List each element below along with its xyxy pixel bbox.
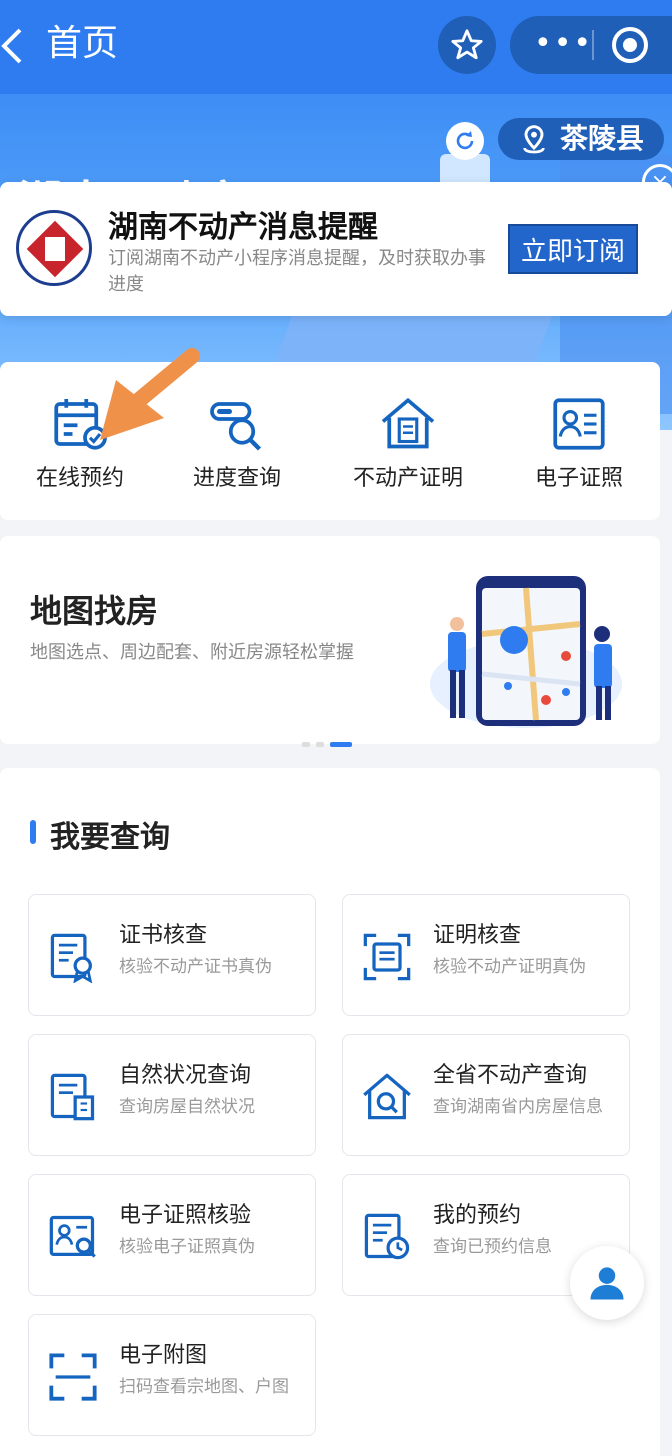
close-notification-icon[interactable]: ×	[642, 164, 672, 200]
progress-search-icon	[207, 394, 267, 454]
more-options-icon[interactable]: •••	[534, 29, 593, 59]
service-label: 在线预约	[35, 466, 124, 491]
query-card-desc: 核验电子证照真伪	[119, 1237, 255, 1257]
favorite-star-icon[interactable]	[438, 16, 496, 74]
document-clock-icon	[361, 1211, 413, 1263]
query-section: 我要查询 证书核查 核验不动产证书真伪 证明核查 核验不动产证明真伪 自然状况查…	[0, 768, 660, 1456]
query-card-desc: 核验不动产证明真伪	[433, 957, 586, 977]
query-card-natural-condition[interactable]: 自然状况查询 查询房屋自然状况	[28, 1034, 316, 1156]
service-label: 不动产证明	[352, 466, 463, 491]
query-card-desc: 查询房屋自然状况	[119, 1097, 255, 1117]
query-card-desc: 查询湖南省内房屋信息	[433, 1097, 603, 1117]
location-name: 茶陵县	[560, 122, 645, 155]
location-pin-icon	[518, 124, 550, 160]
capsule-divider	[592, 30, 594, 60]
query-card-license-verify[interactable]: 电子证照核验 核验电子证照真伪	[28, 1174, 316, 1296]
back-arrow-icon[interactable]	[0, 28, 30, 64]
id-card-icon	[549, 394, 609, 454]
query-card-title: 证书核查	[119, 923, 208, 948]
service-label: 电子证照	[534, 466, 623, 491]
close-program-icon[interactable]	[612, 27, 648, 63]
page-title: 首页	[46, 23, 119, 64]
top-navigation-bar: 首页 •••	[0, 0, 672, 94]
id-card-search-icon	[47, 1211, 99, 1263]
query-card-proof-check[interactable]: 证明核查 核验不动产证明真伪	[342, 894, 630, 1016]
map-banner-title: 地图找房	[30, 592, 159, 630]
service-progress-query[interactable]: 进度查询	[157, 394, 317, 492]
query-card-title: 全省不动产查询	[433, 1063, 588, 1088]
query-card-desc: 扫码查看宗地图、户图	[119, 1377, 289, 1397]
quick-services-card: 在线预约 进度查询 不动产证明 电子证照	[0, 362, 660, 520]
refresh-icon[interactable]	[446, 122, 484, 160]
map-phone-illustration	[430, 576, 622, 728]
mini-program-capsule: •••	[510, 16, 672, 74]
building-document-icon	[47, 1071, 99, 1123]
house-search-icon	[361, 1071, 413, 1123]
service-electronic-license[interactable]: 电子证照	[499, 394, 659, 492]
service-label: 进度查询	[192, 466, 281, 491]
carousel-indicator	[302, 732, 358, 751]
map-banner-description: 地图选点、周边配套、附近房源轻松掌握	[30, 642, 354, 663]
query-card-province-property[interactable]: 全省不动产查询 查询湖南省内房屋信息	[342, 1034, 630, 1156]
service-property-certificate[interactable]: 不动产证明	[328, 394, 488, 492]
query-card-electronic-attachment[interactable]: 电子附图 扫码查看宗地图、户图	[28, 1314, 316, 1436]
query-card-title: 电子附图	[119, 1343, 208, 1368]
notification-description: 订阅湖南不动产小程序消息提醒，及时获取办事进度	[108, 248, 486, 295]
real-estate-registration-logo	[16, 210, 92, 286]
subscribe-button[interactable]: 立即订阅	[508, 224, 638, 274]
location-selector[interactable]: 茶陵县	[498, 118, 664, 160]
query-card-title: 证明核查	[433, 923, 522, 948]
query-card-title: 电子证照核验	[119, 1203, 252, 1228]
document-scan-icon	[361, 931, 413, 983]
notification-title: 湖南不动产消息提醒	[108, 210, 378, 245]
section-accent-bar	[30, 820, 36, 844]
query-card-title: 我的预约	[433, 1203, 522, 1228]
calendar-check-icon	[50, 394, 110, 454]
query-section-title: 我要查询	[50, 820, 170, 855]
subscribe-notification-card: 湖南不动产消息提醒 订阅湖南不动产小程序消息提醒，及时获取办事进度 立即订阅	[0, 182, 672, 316]
query-card-desc: 核验不动产证书真伪	[119, 957, 272, 977]
scan-icon	[47, 1351, 99, 1403]
certificate-icon	[47, 931, 99, 984]
user-service-icon[interactable]	[570, 1246, 644, 1320]
house-document-icon	[378, 394, 438, 454]
query-card-certificate-check[interactable]: 证书核查 核验不动产证书真伪	[28, 894, 316, 1016]
map-house-finder-banner[interactable]: 地图找房 地图选点、周边配套、附近房源轻松掌握	[0, 536, 660, 747]
service-online-appointment[interactable]: 在线预约	[0, 394, 160, 492]
query-card-title: 自然状况查询	[119, 1063, 252, 1088]
